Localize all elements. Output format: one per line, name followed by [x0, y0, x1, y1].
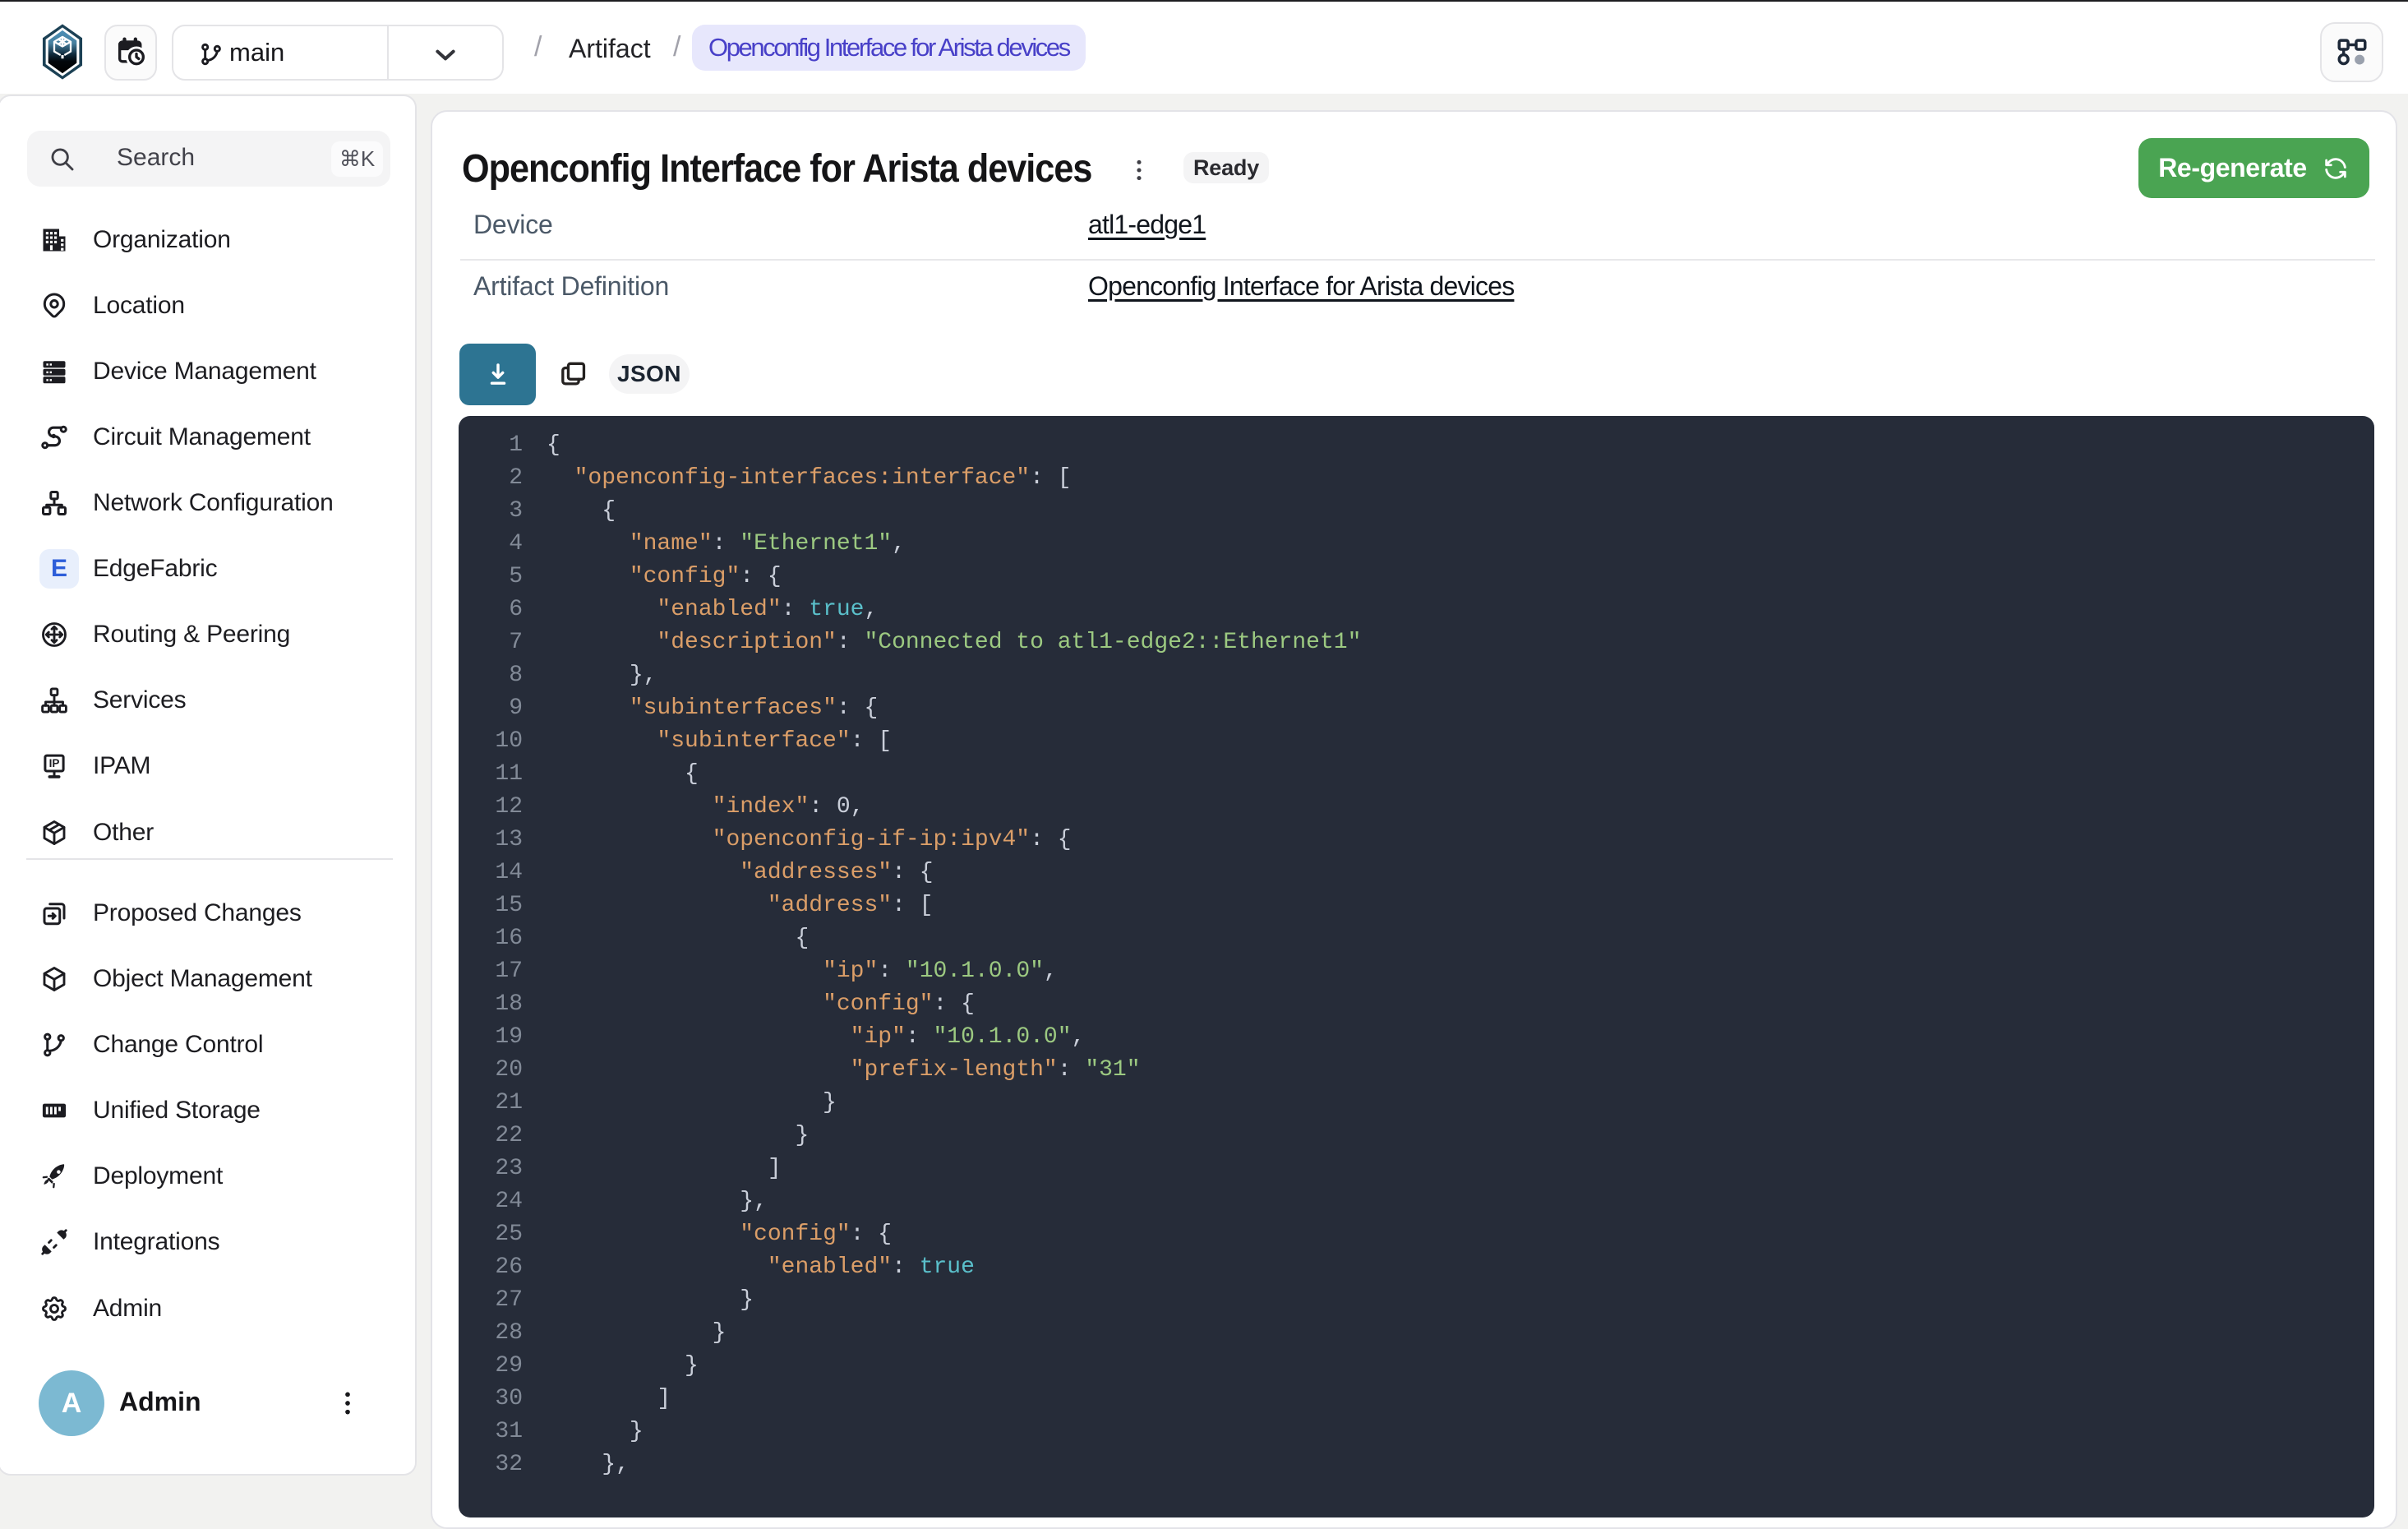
svg-text:IP: IP	[49, 757, 60, 769]
